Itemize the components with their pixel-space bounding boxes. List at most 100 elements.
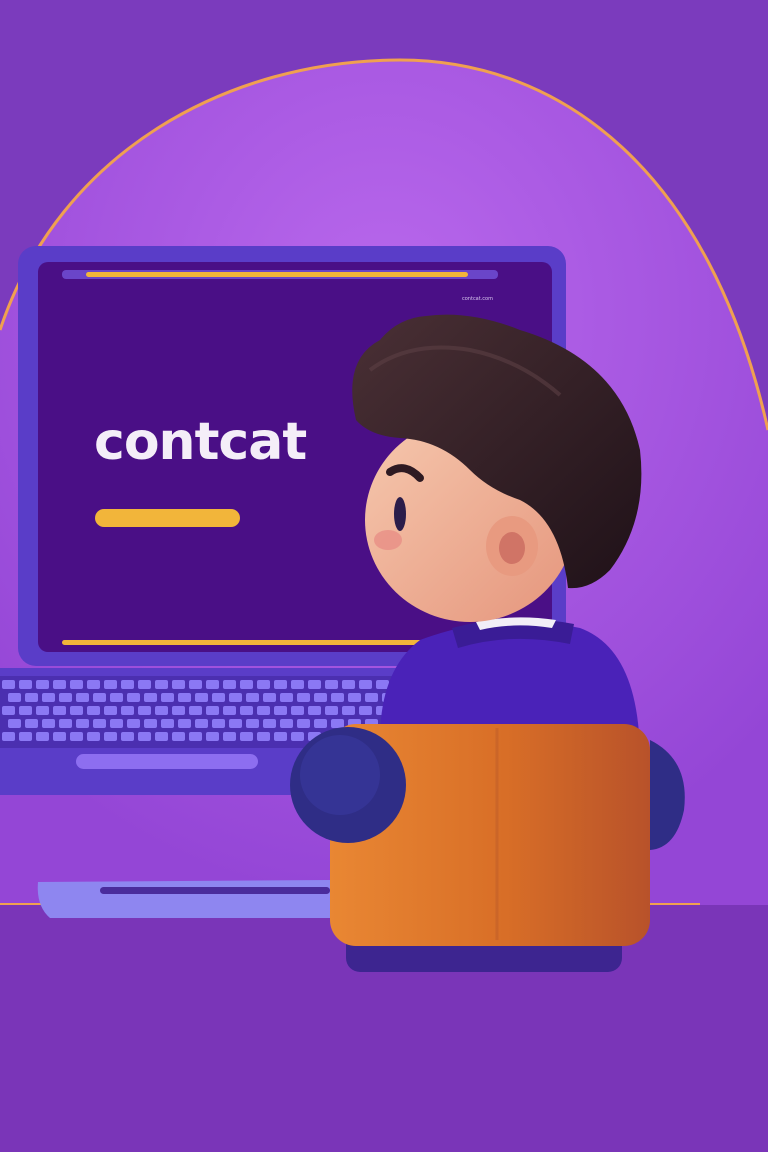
keyboard-key [308,706,321,715]
keyboard-key [93,693,106,702]
keyboard-key [53,706,66,715]
keyboard-key [53,732,66,741]
keyboard-key [8,719,21,728]
keyboard-key [110,719,123,728]
keyboard-key [223,680,236,689]
keyboard-key [25,693,38,702]
keyboard-key [36,706,49,715]
keyboard-key [59,693,72,702]
keyboard-key [161,693,174,702]
keyboard-key [70,732,83,741]
keyboard-key [342,706,355,715]
keyboard-key [155,732,168,741]
keyboard-key [172,706,185,715]
keyboard-key [19,706,32,715]
keyboard-key [19,680,32,689]
keyboard-key [42,719,55,728]
screen-corner-text: contcat.com [462,296,493,302]
keyboard-key [121,706,134,715]
keyboard-key [359,706,372,715]
keyboard-key [280,693,293,702]
keyboard-key [161,719,174,728]
keyboard-key [2,732,15,741]
screen-top-accent [86,272,468,277]
keyboard-key [2,680,15,689]
keyboard-key [42,693,55,702]
keyboard-key [59,719,72,728]
keyboard-key [121,732,134,741]
keyboard-key [257,732,270,741]
keyboard-key [274,680,287,689]
keyboard-key [314,719,327,728]
keyboard-key [206,706,219,715]
keyboard-key [104,706,117,715]
keyboard-key [104,732,117,741]
keyboard-key [121,680,134,689]
keyboard-key [291,680,304,689]
keyboard-key [87,732,100,741]
keyboard-key [155,680,168,689]
keyboard-key [212,693,225,702]
keyboard-key [178,719,191,728]
keyboard-key [291,732,304,741]
keyboard-key [144,719,157,728]
keyboard-key [19,732,32,741]
keyboard-key [36,732,49,741]
keyboard-key [331,719,344,728]
keyboard-key [325,706,338,715]
keyboard-key [195,693,208,702]
keyboard-key [342,680,355,689]
keyboard-key [104,680,117,689]
keyboard-key [172,732,185,741]
keyboard-key [240,732,253,741]
keyboard-key [365,693,378,702]
keyboard-key [127,693,140,702]
keyboard-key [291,706,304,715]
eye [394,497,406,531]
screen-cta-bar [95,509,240,527]
keyboard-key [70,680,83,689]
keyboard-key [263,693,276,702]
keyboard-key [172,680,185,689]
keyboard-key [70,706,83,715]
keyboard-key [2,706,15,715]
keyboard-key [76,693,89,702]
keyboard-key [274,706,287,715]
trackpad [76,754,258,769]
keyboard-key [257,706,270,715]
keyboard-key [212,719,225,728]
keyboard-key [189,732,202,741]
keyboard-key [257,680,270,689]
keyboard-key [229,719,242,728]
keyboard-key [87,706,100,715]
keyboard-key [223,732,236,741]
keyboard-key [87,680,100,689]
keyboard-key [189,706,202,715]
keyboard-key [223,706,236,715]
screen-wordmark: contcat [94,412,306,472]
keyboard-key [246,693,259,702]
keyboard-key [376,680,389,689]
keyboard-key [76,719,89,728]
keyboard-key [178,693,191,702]
keyboard-key [138,732,151,741]
chair [290,724,685,972]
keyboard-key [189,680,202,689]
keyboard-key [229,693,242,702]
keyboard-key [263,719,276,728]
keyboard-key [206,732,219,741]
keyboard-key [348,693,361,702]
keyboard-key [8,693,21,702]
illustration-scene: contcat.com contcat [0,0,768,1152]
keyboard-key [25,719,38,728]
keyboard-key [297,693,310,702]
keyboard-key [144,693,157,702]
keyboard-key [331,693,344,702]
keyboard-key [155,706,168,715]
keyboard-key [274,732,287,741]
keyboard-key [195,719,208,728]
keyboard-key [308,680,321,689]
screen-bottom-accent [62,640,440,645]
keyboard-key [93,719,106,728]
keyboard-key [138,680,151,689]
